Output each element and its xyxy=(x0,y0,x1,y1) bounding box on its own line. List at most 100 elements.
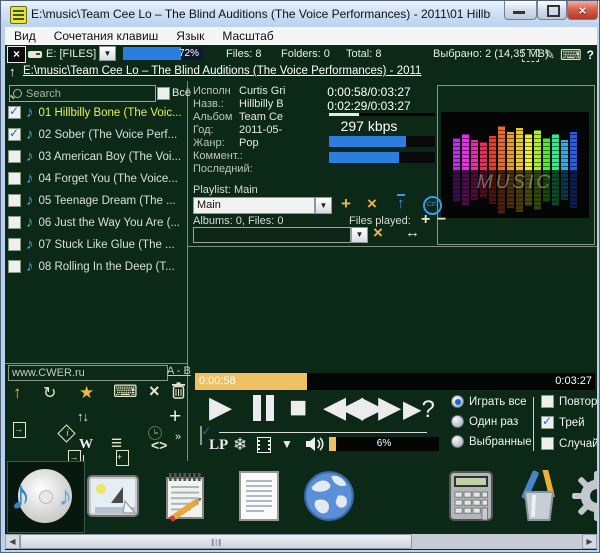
rewind-button[interactable]: ◀◀ xyxy=(323,393,357,423)
option-tray[interactable]: ✓ Трей xyxy=(541,416,585,429)
launcher-item-tools[interactable] xyxy=(507,465,571,527)
refresh-icon[interactable]: ↻ xyxy=(43,383,56,403)
delete-x-icon[interactable]: × xyxy=(149,381,160,402)
current-path[interactable]: E:\music\Team Cee Lo – The Blind Auditio… xyxy=(23,65,421,77)
app-icon xyxy=(10,6,27,24)
launcher-item-calculator[interactable] xyxy=(439,465,503,527)
computer-icon[interactable]: ⌨ xyxy=(113,382,138,402)
file-row[interactable]: ♪ 06 Just the Way You Are (... xyxy=(8,212,184,233)
playlist-dropdown-button[interactable]: ▼ xyxy=(315,197,332,214)
file-checkbox[interactable] xyxy=(8,194,21,207)
file-checkbox[interactable] xyxy=(8,238,21,251)
mode-play-all[interactable]: Играть все xyxy=(451,395,527,408)
playlist-add-button[interactable]: + xyxy=(341,196,351,212)
file-checkbox[interactable] xyxy=(8,150,21,163)
mode-play-selected[interactable]: Выбранные xyxy=(451,435,532,448)
option-repeat[interactable]: Повтор xyxy=(541,395,597,408)
scrollbar-thumb[interactable] xyxy=(20,534,412,549)
scroll-right-button[interactable]: ▶ xyxy=(582,534,597,549)
file-row[interactable]: ♪ 08 Rolling In the Deep (T... xyxy=(8,256,184,277)
ab-repeat-link[interactable]: A - B xyxy=(167,365,191,377)
winamp-w-icon[interactable]: W xyxy=(79,437,93,453)
add-plus-icon[interactable]: + xyxy=(169,405,181,429)
angle-brackets-icon[interactable]: <> xyxy=(151,437,167,453)
info-icon[interactable]: i xyxy=(58,424,76,442)
playlist-select[interactable]: Main xyxy=(193,197,315,214)
resize-icon[interactable]: ↔ xyxy=(405,224,420,241)
favorite-star-icon[interactable]: ★ xyxy=(79,383,94,403)
film-icon[interactable] xyxy=(257,437,271,453)
file-checkbox[interactable] xyxy=(8,172,21,185)
trash-icon[interactable] xyxy=(171,382,186,399)
launcher-item-documents[interactable] xyxy=(227,465,291,527)
stop-button[interactable]: ■ xyxy=(289,393,301,423)
album-dropdown-button[interactable]: ▼ xyxy=(351,227,368,243)
title-bar[interactable]: E:\music\Team Cee Lo – The Blind Auditio… xyxy=(1,1,600,27)
forward-button[interactable]: ▶▶ xyxy=(361,393,395,423)
menu-language[interactable]: Язык xyxy=(167,29,213,43)
status-field[interactable]: www.CWER.ru xyxy=(8,365,168,381)
launcher-item-music[interactable]: ♪ ♪ xyxy=(13,465,77,527)
seek-bar[interactable]: 0:00:58 0:03:27 xyxy=(195,373,595,390)
files-played-plus[interactable]: + xyxy=(421,211,430,229)
file-row[interactable]: ♪ 03 American Boy (The Voi... xyxy=(8,146,184,167)
level-bar-2[interactable] xyxy=(329,152,435,163)
drive-selector[interactable]: E: [FILES] xyxy=(46,48,96,60)
play-random-button[interactable]: ▶? xyxy=(403,395,435,425)
playlist-remove-button[interactable]: × xyxy=(367,196,377,212)
file-checkbox[interactable]: ✓ xyxy=(8,106,21,119)
speaker-icon[interactable] xyxy=(305,436,325,452)
file-row[interactable]: ✓ ♪ 02 Sober (The Voice Perf... xyxy=(8,124,184,145)
volume-bar[interactable]: 6% xyxy=(329,437,439,451)
select-all-checkbox[interactable] xyxy=(157,87,170,100)
files-played-minus[interactable]: − xyxy=(437,211,446,229)
file-row[interactable]: ♪ 07 Stuck Like Glue (The ... xyxy=(8,234,184,255)
minimize-button[interactable] xyxy=(504,1,537,20)
launcher-item-settings[interactable] xyxy=(571,465,597,527)
launcher-item-images[interactable] xyxy=(81,465,145,527)
album-clear-button[interactable]: × xyxy=(373,225,383,241)
album-select[interactable] xyxy=(193,227,351,243)
file-row[interactable]: ♪ 04 Forget You (The Voice... xyxy=(8,168,184,189)
mode-play-once[interactable]: Один раз xyxy=(451,415,518,428)
export-file-icon[interactable]: → xyxy=(13,422,26,438)
file-checkbox[interactable]: ✓ xyxy=(8,128,21,141)
search-input[interactable]: Search xyxy=(9,85,156,102)
play-button[interactable]: ▶ xyxy=(209,393,226,423)
scroll-left-button[interactable]: ◀ xyxy=(5,534,20,549)
launcher-item-notes[interactable] xyxy=(153,465,217,527)
pause-button[interactable] xyxy=(253,395,279,426)
list-lines-icon[interactable]: ≡ xyxy=(111,433,122,455)
check-toggle-icon[interactable]: ✓ xyxy=(200,426,202,445)
playlist-import-icon[interactable]: ↑ xyxy=(397,194,405,211)
snowflake-icon[interactable]: ❄ xyxy=(233,435,247,455)
launcher-item-web[interactable] xyxy=(297,465,361,527)
drive-dropdown-button[interactable]: ▼ xyxy=(99,46,116,61)
file-checkbox[interactable] xyxy=(8,260,21,273)
file-row[interactable]: ♪ 05 Teenage Dream (The ... xyxy=(8,190,184,211)
option-shuffle[interactable]: Случайн xyxy=(541,437,597,450)
dropdown-arrow-icon[interactable]: ▼ xyxy=(281,437,293,451)
wand-icon[interactable]: ✎ xyxy=(544,47,555,63)
horizontal-scrollbar[interactable]: ◀ ▶ xyxy=(5,534,597,549)
keyboard-icon[interactable]: ⌨ xyxy=(560,46,582,64)
chevrons-icon[interactable]: » xyxy=(175,431,181,443)
up-folder-icon[interactable]: ↑ xyxy=(9,64,16,79)
lp-button[interactable]: LP xyxy=(209,437,228,454)
close-panel-button[interactable]: × xyxy=(7,46,26,63)
calculator-icon xyxy=(448,470,494,522)
menu-shortcuts[interactable]: Сочетания клавиш xyxy=(45,29,168,43)
menu-view[interactable]: Вид xyxy=(5,29,45,43)
help-button[interactable]: ? xyxy=(587,48,594,62)
menu-scale[interactable]: Масштаб xyxy=(213,29,282,43)
file-row[interactable]: ✓ ♪ 01 Hillbilly Bone (The Voic... xyxy=(8,102,184,123)
maximize-button[interactable] xyxy=(537,1,567,20)
file-checkbox[interactable] xyxy=(8,216,21,229)
level-bar-1[interactable] xyxy=(329,136,435,147)
move-up-button[interactable]: ↑ xyxy=(13,383,22,403)
launcher-item-favorites[interactable] xyxy=(367,465,431,527)
year-value: 2011-05- xyxy=(239,124,282,136)
selection-rect-icon[interactable] xyxy=(522,49,539,62)
close-button[interactable]: × xyxy=(567,1,598,20)
sort-updown-icon[interactable]: ↑↓ xyxy=(77,409,88,424)
